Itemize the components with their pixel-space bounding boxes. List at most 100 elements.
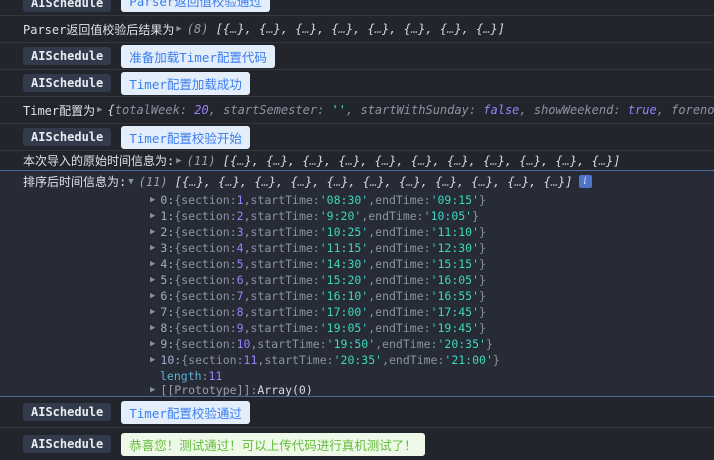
- token: …: [442, 175, 449, 189]
- token: }: [479, 305, 486, 319]
- expand-triangle-icon[interactable]: ▶: [150, 275, 155, 285]
- token: ,: [244, 289, 251, 303]
- expand-triangle-icon[interactable]: ▶: [150, 243, 155, 253]
- token: }: [317, 154, 324, 168]
- message-badge: Timer配置校验开始: [121, 126, 250, 149]
- array-index: 0:: [160, 193, 174, 207]
- prototype-label: [[Prototype]]: [160, 383, 250, 397]
- token: …: [479, 175, 486, 189]
- token: ,: [317, 22, 331, 36]
- token: 3: [237, 225, 244, 239]
- token: {: [174, 289, 181, 303]
- token: :: [424, 241, 431, 255]
- expand-triangle-icon[interactable]: ▶: [150, 291, 155, 301]
- token: '14:30': [320, 257, 368, 271]
- token: 7: [237, 289, 244, 303]
- array-index: 7:: [160, 305, 174, 319]
- token: ,: [368, 225, 375, 239]
- array-index: 6:: [160, 289, 174, 303]
- token: }: [237, 22, 244, 36]
- token: ,: [346, 103, 360, 117]
- token: startTime: [251, 209, 313, 223]
- token: forenoon: [671, 103, 714, 117]
- expand-triangle-icon[interactable]: ▶: [150, 323, 155, 333]
- token: :: [313, 225, 320, 239]
- token: startTime: [251, 305, 313, 319]
- array-preview: (11) [{…}, {…}, {…}, {…}, {…}, {…}, {…},…: [187, 154, 621, 168]
- token: ,: [244, 209, 251, 223]
- token: endTime: [375, 305, 423, 319]
- token: '10:05': [424, 209, 472, 223]
- token: :: [417, 209, 424, 223]
- token: ,: [433, 154, 447, 168]
- expand-triangle-icon[interactable]: ▶: [150, 211, 155, 221]
- token: '9:20': [320, 209, 362, 223]
- token: '16:55': [431, 289, 479, 303]
- expand-triangle-icon[interactable]: ▶: [97, 105, 102, 115]
- token: ,: [519, 103, 533, 117]
- expand-triangle-icon[interactable]: ▶: [150, 195, 155, 205]
- token: }: [479, 289, 486, 303]
- token: ,: [657, 103, 671, 117]
- info-icon[interactable]: i: [579, 175, 592, 188]
- token: 2: [237, 209, 244, 223]
- token: …: [310, 154, 317, 168]
- token: {: [181, 353, 188, 367]
- token: ,: [288, 154, 302, 168]
- token: …: [527, 154, 534, 168]
- length-property: length: [160, 369, 202, 383]
- token: {: [174, 193, 181, 207]
- token: ,: [244, 257, 251, 271]
- token: '11:15': [320, 241, 368, 255]
- token: {: [174, 273, 181, 287]
- token: endTime: [389, 353, 437, 367]
- token: endTime: [375, 273, 423, 287]
- expand-triangle-icon[interactable]: ▶: [150, 385, 155, 395]
- message-badge: 准备加载Timer配置代码: [121, 45, 275, 68]
- source-badge: AISchedule: [23, 74, 111, 92]
- token: 20: [194, 103, 208, 117]
- token: section: [181, 225, 229, 239]
- token: '15:20': [320, 273, 368, 287]
- expand-triangle-icon[interactable]: ▶: [150, 227, 155, 237]
- token: :: [250, 383, 257, 397]
- token: }: [479, 193, 486, 207]
- token: :: [613, 103, 627, 117]
- token: }: [377, 175, 384, 189]
- token: '12:30': [431, 241, 479, 255]
- token: '11:10': [431, 225, 479, 239]
- token: :: [424, 225, 431, 239]
- token: section: [181, 337, 229, 351]
- expand-triangle-icon[interactable]: ▶: [150, 339, 155, 349]
- token: '20:35': [437, 337, 485, 351]
- token: {: [254, 175, 261, 189]
- token: [: [223, 154, 230, 168]
- expand-triangle-icon[interactable]: ▶: [176, 156, 181, 166]
- token: section: [181, 321, 229, 335]
- expanded-array-header: 排序后时间信息为: ▼(11) [{…}, {…}, {…}, {…}, {…}…: [0, 171, 714, 192]
- token: '': [332, 103, 346, 117]
- token: :: [313, 305, 320, 319]
- token: startSemester: [223, 103, 317, 117]
- log-label: 排序后时间信息为:: [23, 173, 126, 190]
- token: (11): [187, 154, 223, 168]
- expand-triangle-icon[interactable]: ▶: [150, 355, 155, 365]
- token: 6: [237, 273, 244, 287]
- token: 1: [237, 193, 244, 207]
- token: }: [310, 22, 317, 36]
- token: ,: [421, 175, 435, 189]
- token: ,: [577, 154, 591, 168]
- array-item-row: ▶1: {section: 2, startTime: '9:20', endT…: [0, 208, 714, 224]
- expand-triangle-icon[interactable]: ▶: [150, 307, 155, 317]
- object-preview: {totalWeek: 20, startSemester: '', start…: [108, 103, 714, 117]
- console-entry-badge: AIScheduleParser返回值校验通过: [0, 0, 714, 16]
- expand-triangle-icon[interactable]: ▶: [176, 24, 181, 34]
- message-badge: Timer配置加载成功: [121, 72, 250, 95]
- token: :: [313, 209, 320, 223]
- token: '15:15': [431, 257, 479, 271]
- expand-triangle-icon[interactable]: ▶: [150, 259, 155, 269]
- collapse-triangle-icon[interactable]: ▼: [128, 177, 133, 187]
- token: :: [230, 337, 237, 351]
- token: ,: [252, 154, 266, 168]
- token: '20:35': [334, 353, 382, 367]
